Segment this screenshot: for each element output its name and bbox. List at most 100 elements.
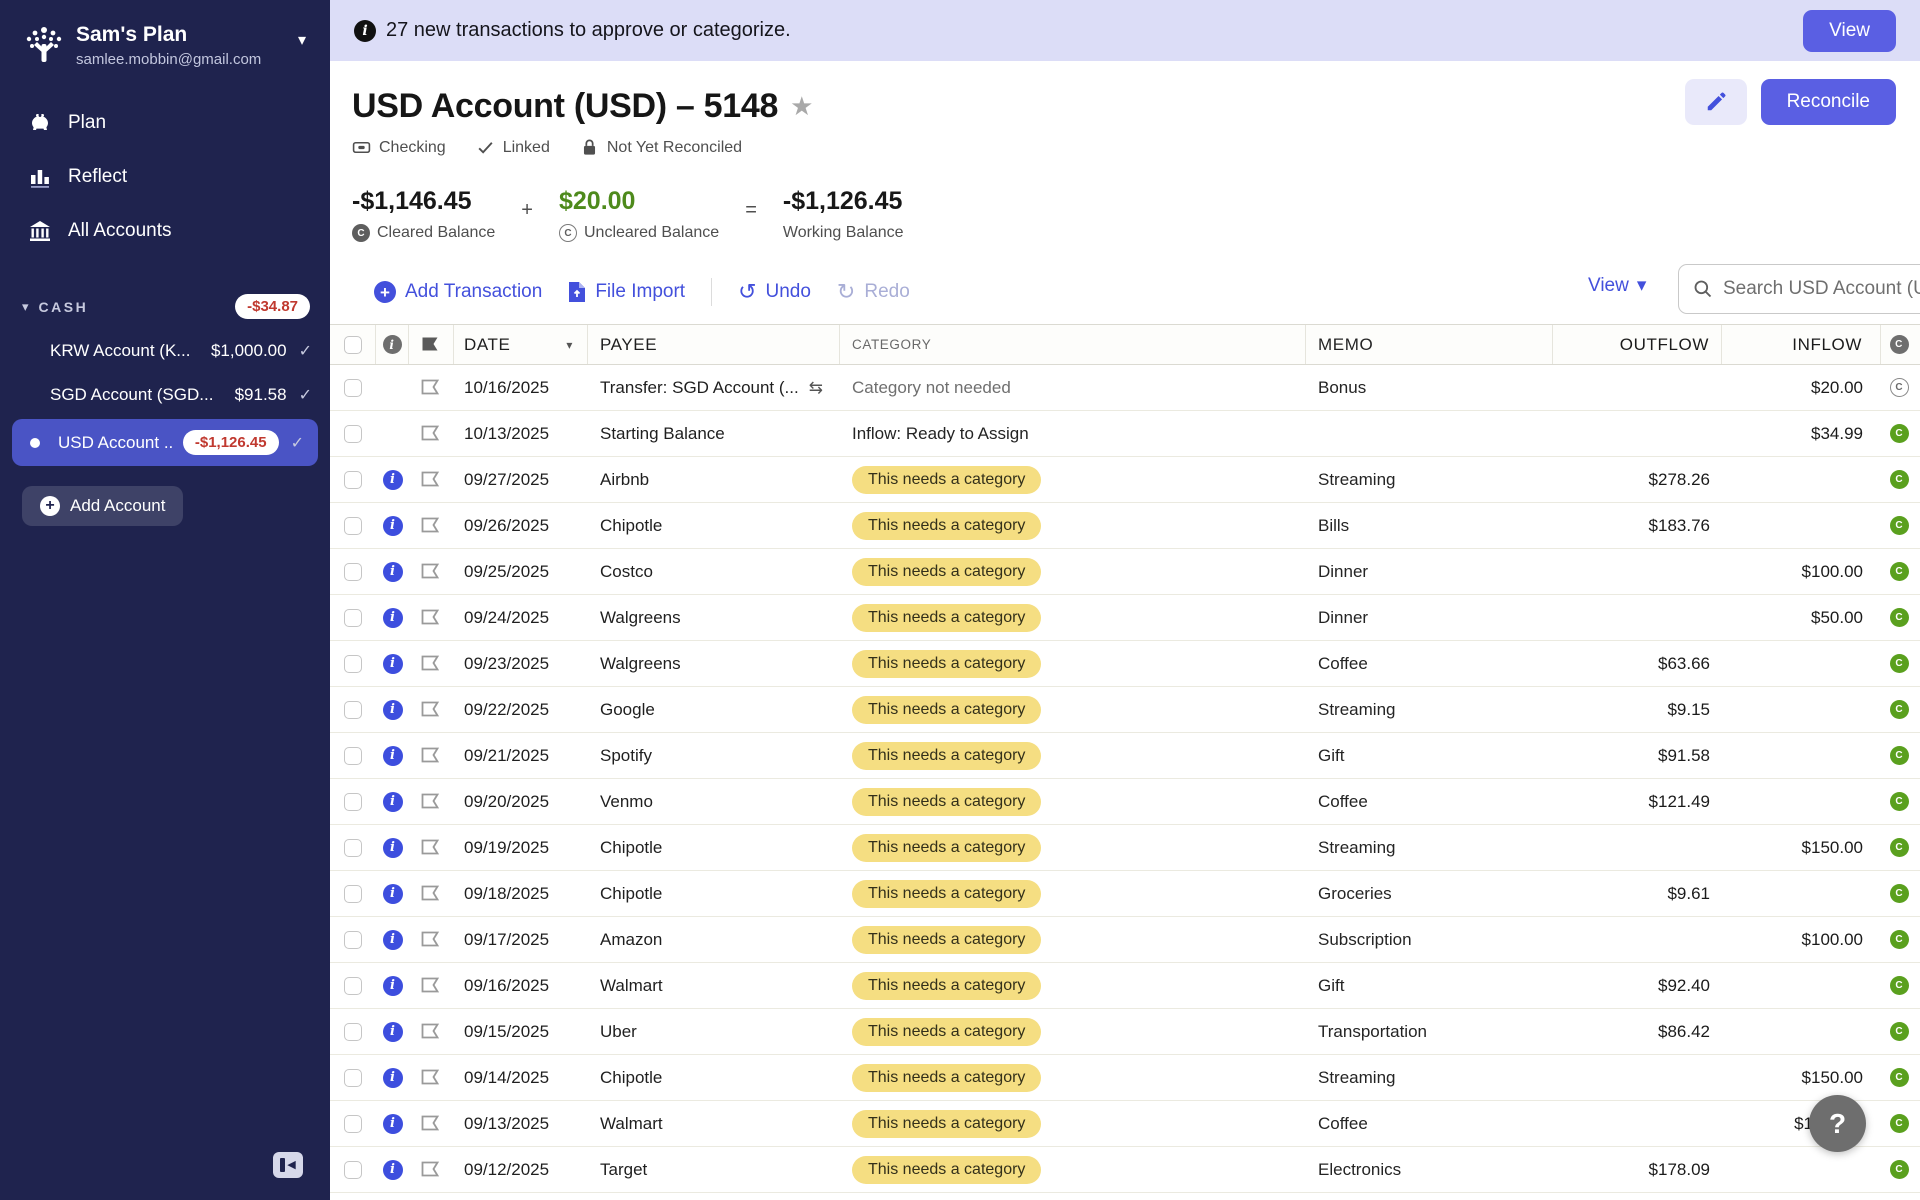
needs-category-pill[interactable]: This needs a category	[852, 695, 1042, 724]
category-cell[interactable]: This needs a category	[840, 557, 1306, 586]
payee-cell[interactable]: Walmart	[588, 1114, 840, 1134]
row-checkbox-cell[interactable]	[330, 470, 376, 489]
row-checkbox-cell[interactable]	[330, 1160, 376, 1179]
memo-cell[interactable]: Streaming	[1306, 470, 1553, 490]
inflow-cell[interactable]: $20.00	[1722, 378, 1881, 398]
needs-category-pill[interactable]: This needs a category	[852, 465, 1042, 494]
date-cell[interactable]: 09/12/2025	[454, 1160, 588, 1180]
date-cell[interactable]: 09/18/2025	[454, 884, 588, 904]
category-cell[interactable]: This needs a category	[840, 465, 1306, 494]
memo-cell[interactable]: Bonus	[1306, 378, 1553, 398]
row-checkbox[interactable]	[344, 654, 362, 673]
add-account-button[interactable]: + Add Account	[22, 486, 184, 527]
memo-cell[interactable]: Streaming	[1306, 1068, 1553, 1088]
row-checkbox-cell[interactable]	[330, 1068, 376, 1087]
transaction-row[interactable]: 10/16/2025 Transfer: SGD Account (... ⇆ Cat…	[330, 365, 1920, 411]
cleared-icon[interactable]: C	[1889, 424, 1909, 443]
row-checkbox-cell[interactable]	[330, 516, 376, 535]
cleared-icon[interactable]: C	[1889, 1022, 1909, 1041]
row-flag-cell[interactable]	[409, 885, 454, 902]
transaction-row[interactable]: iThis needs a categoryC	[330, 1193, 1920, 1200]
memo-cell[interactable]: Dinner	[1306, 608, 1553, 628]
flag-icon[interactable]	[421, 655, 442, 672]
row-flag-cell[interactable]	[409, 1023, 454, 1040]
needs-category-pill[interactable]: This needs a category	[852, 1109, 1042, 1138]
redo-button[interactable]: ↻ Redo	[837, 281, 910, 303]
memo-cell[interactable]: Coffee	[1306, 792, 1553, 812]
row-checkbox[interactable]	[344, 470, 362, 489]
transaction-row[interactable]: i 09/12/2025 Target This needs a category El…	[330, 1147, 1920, 1193]
cleared-icon[interactable]: C	[1889, 608, 1909, 627]
flag-icon[interactable]	[421, 1069, 442, 1086]
cleared-icon[interactable]: C	[1889, 654, 1909, 673]
flag-icon[interactable]	[421, 977, 442, 994]
row-checkbox[interactable]	[344, 976, 362, 995]
row-checkbox[interactable]	[344, 1022, 362, 1041]
row-checkbox[interactable]	[344, 562, 362, 581]
row-checkbox-cell[interactable]	[330, 378, 376, 397]
payee-cell[interactable]: Chipotle	[588, 884, 840, 904]
row-checkbox-cell[interactable]	[330, 792, 376, 811]
needs-category-pill[interactable]: This needs a category	[852, 557, 1042, 586]
row-checkbox-cell[interactable]	[330, 700, 376, 719]
needs-category-pill[interactable]: This needs a category	[852, 787, 1042, 816]
inflow-cell[interactable]: $100.00	[1722, 930, 1881, 950]
row-flag-cell[interactable]	[409, 655, 454, 672]
cleared-cell[interactable]: C	[1881, 608, 1917, 627]
row-checkbox-cell[interactable]	[330, 746, 376, 765]
cleared-cell[interactable]: C	[1881, 516, 1917, 535]
row-checkbox[interactable]	[344, 378, 362, 397]
date-cell[interactable]: 09/13/2025	[454, 1114, 588, 1134]
needs-category-pill[interactable]: This needs a category	[852, 925, 1042, 954]
info-icon[interactable]: i	[382, 975, 403, 996]
needs-category-pill[interactable]: This needs a category	[852, 649, 1042, 678]
date-cell[interactable]: 09/23/2025	[454, 654, 588, 674]
cleared-cell[interactable]: C	[1881, 1022, 1917, 1041]
inflow-cell[interactable]: $100.00	[1722, 562, 1881, 582]
outflow-cell[interactable]: $63.66	[1553, 654, 1722, 674]
cleared-cell[interactable]: C	[1881, 424, 1917, 443]
transaction-row[interactable]: i 09/22/2025 Google This needs a category St…	[330, 687, 1920, 733]
transaction-row[interactable]: i 09/21/2025 Spotify This needs a category G…	[330, 733, 1920, 779]
sidebar-item-plan[interactable]: Plan	[0, 96, 330, 150]
date-cell[interactable]: 09/16/2025	[454, 976, 588, 996]
category-cell[interactable]: This needs a category	[840, 1109, 1306, 1138]
info-icon[interactable]: i	[382, 1067, 403, 1088]
row-flag-cell[interactable]	[409, 1069, 454, 1086]
outflow-cell[interactable]: $92.40	[1553, 976, 1722, 996]
outflow-cell[interactable]: $9.15	[1553, 700, 1722, 720]
info-icon[interactable]: i	[382, 1113, 403, 1134]
payee-cell[interactable]: Starting Balance	[588, 424, 840, 444]
file-import-button[interactable]: File Import	[568, 281, 685, 303]
info-icon[interactable]: i	[382, 561, 403, 582]
transaction-row[interactable]: i 09/25/2025 Costco This needs a category Di…	[330, 549, 1920, 595]
sidebar-item-reflect[interactable]: Reflect	[0, 150, 330, 204]
row-checkbox[interactable]	[344, 792, 362, 811]
payee-cell[interactable]: Costco	[588, 562, 840, 582]
cleared-cell[interactable]: C	[1881, 838, 1917, 857]
info-icon[interactable]: i	[382, 653, 403, 674]
category-cell[interactable]: This needs a category	[840, 879, 1306, 908]
date-cell[interactable]: 09/26/2025	[454, 516, 588, 536]
date-cell[interactable]: 09/14/2025	[454, 1068, 588, 1088]
flag-icon[interactable]	[421, 1023, 442, 1040]
favorite-star-icon[interactable]: ★	[790, 91, 813, 122]
cleared-icon[interactable]: C	[1889, 470, 1909, 489]
cleared-cell[interactable]: C	[1881, 1068, 1917, 1087]
needs-category-pill[interactable]: This needs a category	[852, 603, 1042, 632]
memo-cell[interactable]: Subscription	[1306, 930, 1553, 950]
cleared-icon[interactable]: C	[1889, 562, 1909, 581]
cleared-cell[interactable]: C	[1881, 654, 1917, 673]
payee-cell[interactable]: Walgreens	[588, 654, 840, 674]
transaction-row[interactable]: i 09/13/2025 Walmart This needs a category C…	[330, 1101, 1920, 1147]
transaction-row[interactable]: i 09/23/2025 Walgreens This needs a categor…	[330, 641, 1920, 687]
outflow-cell[interactable]: $278.26	[1553, 470, 1722, 490]
row-checkbox[interactable]	[344, 838, 362, 857]
row-flag-cell[interactable]	[409, 471, 454, 488]
transaction-row[interactable]: i 09/24/2025 Walgreens This needs a categor…	[330, 595, 1920, 641]
cleared-cell[interactable]: C	[1881, 1160, 1917, 1179]
transaction-row[interactable]: i 09/17/2025 Amazon This needs a category Su…	[330, 917, 1920, 963]
flag-icon[interactable]	[421, 379, 442, 396]
payee-column-header[interactable]: PAYEE	[588, 325, 840, 364]
date-cell[interactable]: 09/17/2025	[454, 930, 588, 950]
